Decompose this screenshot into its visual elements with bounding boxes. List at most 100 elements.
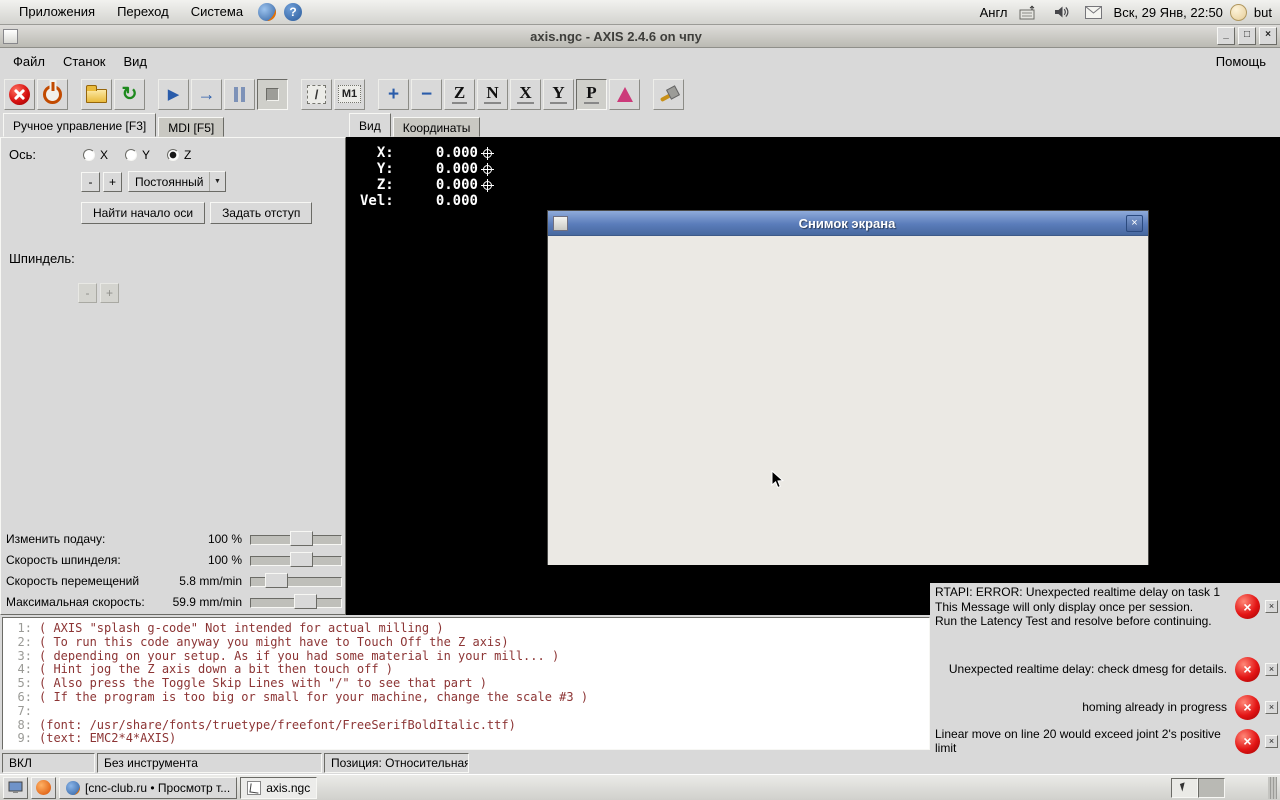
menu-help[interactable]: Помощь bbox=[1206, 50, 1276, 73]
zoom-in-button[interactable]: + bbox=[378, 78, 409, 110]
gcode-line[interactable]: 4: ( Hint jog the Z axis down a bit then… bbox=[3, 663, 929, 677]
dialog-close-button[interactable]: × bbox=[1126, 214, 1143, 232]
menu-item[interactable]: Вид bbox=[115, 50, 157, 73]
slider-value: 5.8 mm/min bbox=[179, 573, 242, 588]
gcode-line[interactable]: 8: (font: /usr/share/fonts/truetype/free… bbox=[3, 718, 929, 733]
jog-minus-button[interactable]: - bbox=[81, 171, 100, 192]
slider[interactable] bbox=[250, 593, 342, 610]
rotate-view-button[interactable] bbox=[609, 78, 640, 110]
gcode-line[interactable]: 9: (text: EMC2*4*AXIS) bbox=[3, 732, 929, 746]
view-front-y-button[interactable]: Y bbox=[543, 78, 574, 110]
workspace-2[interactable] bbox=[1198, 777, 1225, 798]
window-titlebar[interactable]: axis.ngc - AXIS 2.4.6 on чпу _ □ × bbox=[0, 25, 1280, 48]
slider[interactable] bbox=[250, 572, 342, 589]
user-name[interactable]: but bbox=[1254, 5, 1272, 20]
control-tab[interactable]: Ручное управление [F3] bbox=[3, 113, 157, 137]
taskbar-window-button[interactable]: [cnc-club.ru • Просмотр т... bbox=[59, 776, 238, 799]
radio-circle bbox=[167, 148, 180, 161]
gnome-top-panel: Приложения Переход Система ? Англ Вск, 2… bbox=[0, 0, 1280, 25]
gcode-line[interactable]: 2: ( To run this code anyway you might h… bbox=[3, 635, 929, 650]
toggle-optional-pause-button[interactable]: M1 bbox=[334, 78, 365, 110]
axis-radio[interactable]: Z bbox=[167, 148, 191, 162]
machine-power-button[interactable] bbox=[37, 78, 68, 110]
slider-thumb[interactable] bbox=[289, 552, 313, 567]
mail-icon[interactable] bbox=[1083, 1, 1105, 23]
menu-item[interactable]: Файл bbox=[4, 50, 54, 73]
slider-thumb[interactable] bbox=[289, 531, 313, 546]
jog-plus-button[interactable]: + bbox=[103, 171, 122, 192]
dialog-title: Снимок экрана bbox=[798, 215, 896, 231]
preview-tab[interactable]: Вид bbox=[349, 113, 391, 137]
gcode-line[interactable]: 3: ( depending on your setup. As if you … bbox=[3, 649, 929, 664]
run-from-line-button[interactable]: → bbox=[191, 78, 222, 110]
pause-button[interactable] bbox=[224, 78, 255, 110]
panel-menu-item[interactable]: Система bbox=[180, 0, 254, 24]
slider[interactable] bbox=[250, 551, 342, 568]
view-top-z-button[interactable]: Z bbox=[444, 78, 475, 110]
workspace-switcher[interactable] bbox=[1171, 777, 1225, 798]
maximize-button[interactable]: □ bbox=[1238, 27, 1256, 45]
dismiss-error-button[interactable]: × bbox=[1265, 734, 1278, 748]
axis-radio[interactable]: X bbox=[83, 148, 108, 162]
panel-handle[interactable] bbox=[1268, 776, 1277, 799]
stop-button[interactable] bbox=[257, 78, 288, 110]
menu-item[interactable]: Станок bbox=[54, 50, 115, 73]
gcode-line[interactable]: 5: ( Also press the Toggle Skip Lines wi… bbox=[3, 676, 929, 691]
keyboard-switcher-icon[interactable] bbox=[1017, 1, 1039, 23]
preview-tabs: Вид Координаты bbox=[346, 113, 1280, 137]
firefox-launcher[interactable] bbox=[256, 1, 278, 23]
preview-tab[interactable]: Координаты bbox=[392, 117, 481, 137]
axis-radio[interactable]: Y bbox=[125, 148, 150, 162]
keyboard-layout-indicator[interactable]: Англ bbox=[980, 5, 1008, 20]
firefox-icon bbox=[258, 3, 277, 21]
dismiss-error-button[interactable]: × bbox=[1265, 662, 1278, 676]
open-file-button[interactable] bbox=[81, 78, 112, 110]
pause-icon bbox=[233, 86, 246, 102]
help-launcher[interactable]: ? bbox=[282, 1, 304, 23]
gcode-line[interactable]: 6: ( If the program is too big or small … bbox=[3, 690, 929, 705]
dismiss-error-button[interactable]: × bbox=[1265, 700, 1278, 714]
show-desktop-button[interactable] bbox=[3, 776, 28, 799]
workspace-1[interactable] bbox=[1171, 777, 1198, 798]
taskbar-app-launcher[interactable] bbox=[31, 776, 56, 799]
touch-off-button[interactable]: Задать отступ bbox=[210, 202, 313, 224]
home-axis-button[interactable]: Найти начало оси bbox=[81, 202, 206, 224]
minimize-button[interactable]: _ bbox=[1217, 27, 1235, 45]
taskbar-window-button[interactable]: axis.ngc bbox=[240, 776, 318, 799]
gcode-line[interactable]: 7: bbox=[3, 704, 929, 719]
user-avatar[interactable] bbox=[1229, 3, 1247, 21]
dro-row: Vel: 0.000 bbox=[360, 193, 478, 209]
volume-icon[interactable] bbox=[1050, 1, 1072, 23]
slider-thumb[interactable] bbox=[264, 573, 288, 588]
close-button[interactable]: × bbox=[1259, 27, 1277, 45]
spindle-minus-button[interactable]: - bbox=[78, 283, 97, 303]
slider[interactable] bbox=[250, 530, 342, 547]
clear-plot-button[interactable] bbox=[653, 78, 684, 110]
panel-clock[interactable]: Вск, 29 Янв, 22:50 bbox=[1114, 5, 1223, 20]
dialog-titlebar[interactable]: Снимок экрана × bbox=[548, 211, 1148, 235]
axis-label: Ось: bbox=[9, 147, 36, 162]
zoom-out-button[interactable]: − bbox=[411, 78, 442, 110]
reload-file-button[interactable]: ↻ bbox=[114, 78, 145, 110]
view-letter-icon: P bbox=[584, 83, 599, 104]
toggle-skip-lines-button[interactable]: / bbox=[301, 78, 332, 110]
run-from-line-icon: → bbox=[197, 84, 216, 104]
slider-thumb[interactable] bbox=[294, 594, 318, 609]
panel-menu-item[interactable]: Приложения bbox=[8, 0, 106, 24]
view-side-x-button[interactable]: X bbox=[510, 78, 541, 110]
status-cell: ВКЛ bbox=[2, 753, 95, 773]
dismiss-error-button[interactable]: × bbox=[1265, 600, 1278, 614]
gcode-line[interactable]: 1: ( AXIS "splash g-code" Not intended f… bbox=[3, 621, 929, 636]
estop-button[interactable] bbox=[4, 78, 35, 110]
slider-value: 100 % bbox=[207, 552, 242, 567]
control-tab[interactable]: MDI [F5] bbox=[158, 117, 225, 137]
spindle-plus-button[interactable]: + bbox=[100, 283, 119, 303]
gcode-listing[interactable]: 1: ( AXIS "splash g-code" Not intended f… bbox=[2, 617, 930, 750]
view-perspective-p-button[interactable]: P bbox=[576, 78, 607, 110]
homed-icon bbox=[480, 178, 494, 192]
view-rotated-top-button[interactable]: N bbox=[477, 78, 508, 110]
menu-bar: Файл Станок Вид Помощь bbox=[0, 48, 1280, 75]
run-program-button[interactable]: ▶ bbox=[158, 78, 189, 110]
panel-menu-item[interactable]: Переход bbox=[106, 0, 180, 24]
jog-increment-dropdown[interactable]: Постоянный ▼ bbox=[128, 171, 226, 192]
